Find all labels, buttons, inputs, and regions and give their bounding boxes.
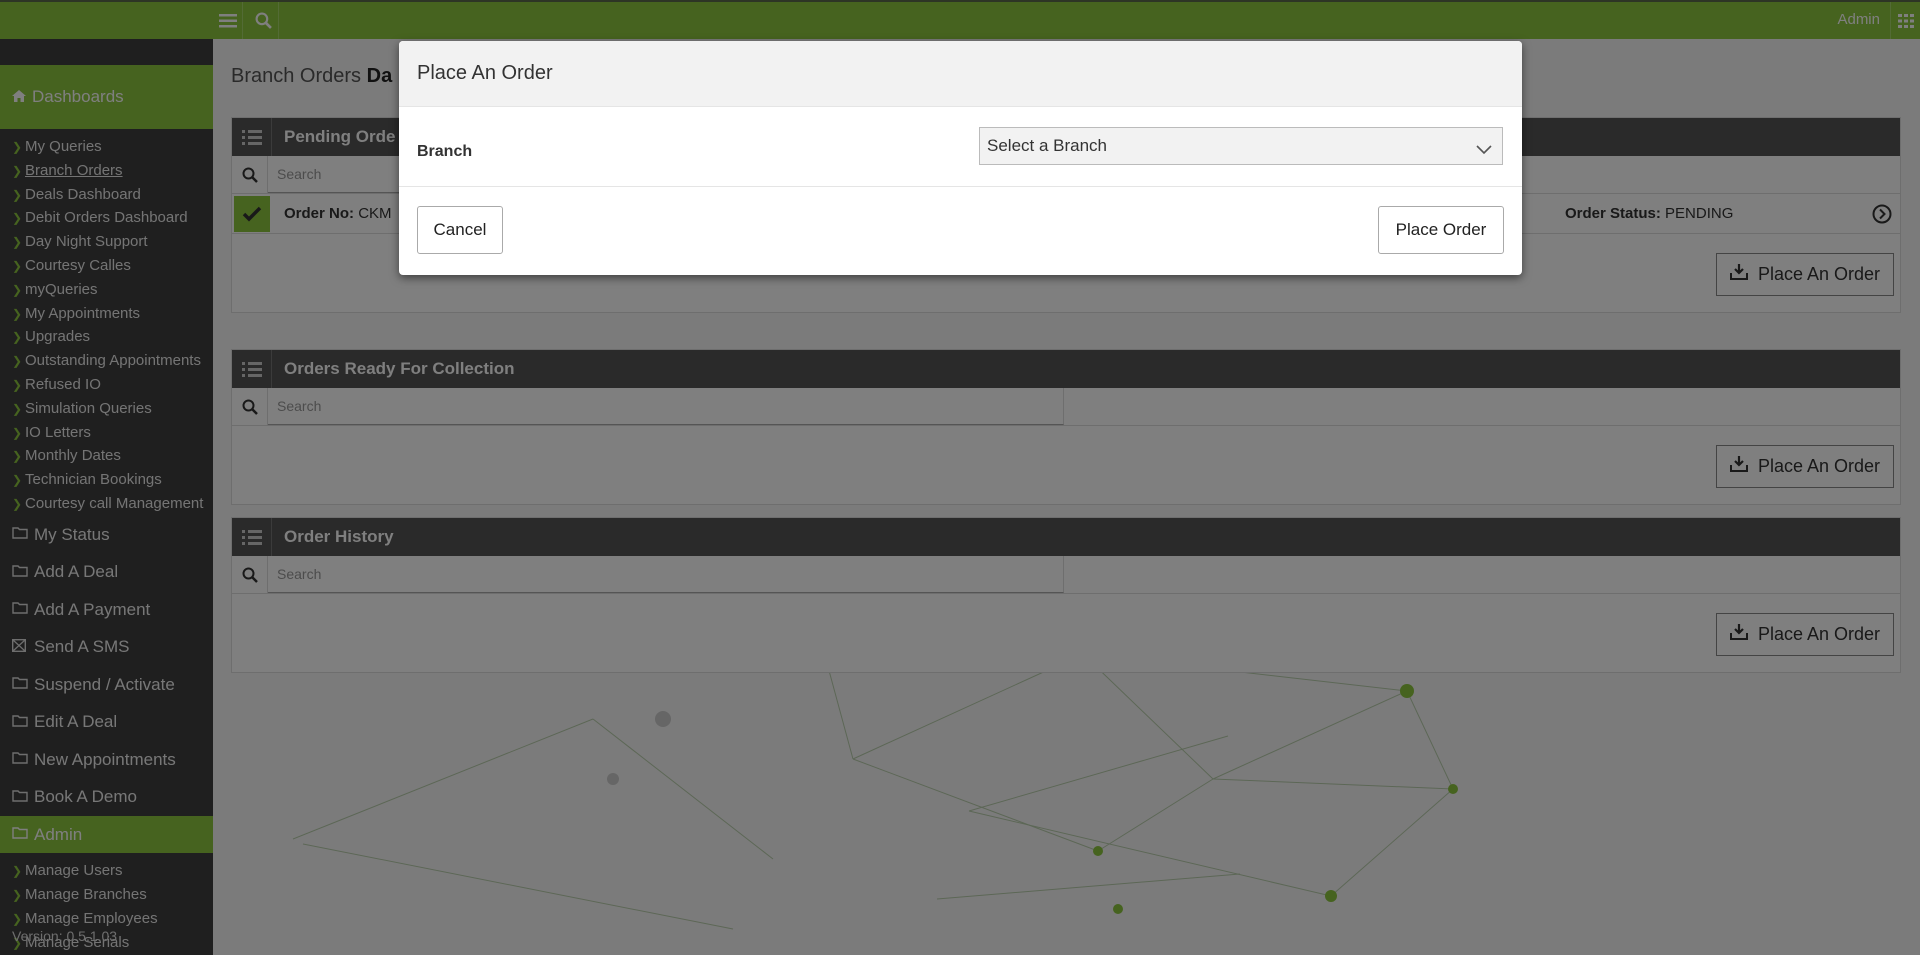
modal-header: Place An Order (399, 41, 1522, 107)
modal-title: Place An Order (417, 62, 553, 84)
modal-body: Branch Select a Branch (399, 107, 1522, 187)
chevron-down-icon (1476, 140, 1492, 160)
cancel-button[interactable]: Cancel (417, 206, 503, 254)
place-order-button[interactable]: Place Order (1378, 206, 1504, 254)
branch-select-value: Select a Branch (987, 136, 1108, 155)
branch-label: Branch (417, 143, 473, 160)
branch-select[interactable]: Select a Branch (979, 127, 1503, 165)
modal-footer: Cancel Place Order (399, 187, 1522, 275)
place-order-modal: Place An Order Branch Select a Branch Ca… (399, 41, 1522, 275)
